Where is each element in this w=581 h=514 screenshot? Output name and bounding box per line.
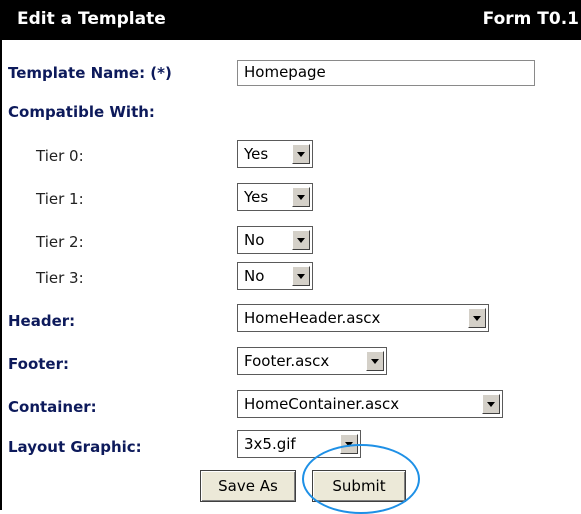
layout-graphic-label: Layout Graphic: — [8, 438, 142, 456]
tier-3-label: Tier 3: — [36, 269, 84, 287]
tier-3-select[interactable]: No — [237, 262, 313, 290]
chevron-down-icon[interactable] — [482, 394, 500, 414]
footer-select[interactable]: Footer.ascx — [237, 347, 387, 375]
header-select[interactable]: HomeHeader.ascx — [237, 304, 489, 332]
title-bar: Edit a Template Form T0.1 — [0, 0, 581, 40]
chevron-down-icon[interactable] — [292, 144, 310, 164]
submit-button[interactable]: Submit — [312, 470, 406, 502]
tier-3-value: No — [244, 267, 265, 285]
template-name-input[interactable]: Homepage — [237, 60, 535, 86]
tier-0-value: Yes — [244, 145, 269, 163]
chevron-down-icon[interactable] — [292, 230, 310, 250]
save-as-button[interactable]: Save As — [200, 470, 296, 502]
footer-value: Footer.ascx — [244, 352, 330, 370]
template-name-label: Template Name: (*) — [8, 64, 172, 82]
tier-2-value: No — [244, 231, 265, 249]
chevron-down-icon[interactable] — [366, 351, 384, 371]
container-label: Container: — [8, 398, 97, 416]
layout-graphic-value: 3x5.gif — [244, 435, 296, 453]
tier-0-label: Tier 0: — [36, 147, 84, 165]
tier-0-select[interactable]: Yes — [237, 140, 313, 168]
tier-1-label: Tier 1: — [36, 190, 84, 208]
tier-1-select[interactable]: Yes — [237, 183, 313, 211]
form-title: Edit a Template — [17, 9, 166, 29]
container-value: HomeContainer.ascx — [244, 395, 400, 413]
tier-2-label: Tier 2: — [36, 233, 84, 251]
compatible-with-label: Compatible With: — [8, 103, 155, 121]
container-select[interactable]: HomeContainer.ascx — [237, 390, 503, 418]
footer-label: Footer: — [8, 355, 69, 373]
tier-2-select[interactable]: No — [237, 226, 313, 254]
chevron-down-icon[interactable] — [340, 434, 358, 454]
layout-graphic-select[interactable]: 3x5.gif — [237, 430, 361, 458]
form-id: Form T0.1 — [482, 9, 579, 29]
chevron-down-icon[interactable] — [292, 266, 310, 286]
tier-1-value: Yes — [244, 188, 269, 206]
header-label: Header: — [8, 312, 76, 330]
header-value: HomeHeader.ascx — [244, 309, 381, 327]
chevron-down-icon[interactable] — [468, 308, 486, 328]
chevron-down-icon[interactable] — [292, 187, 310, 207]
